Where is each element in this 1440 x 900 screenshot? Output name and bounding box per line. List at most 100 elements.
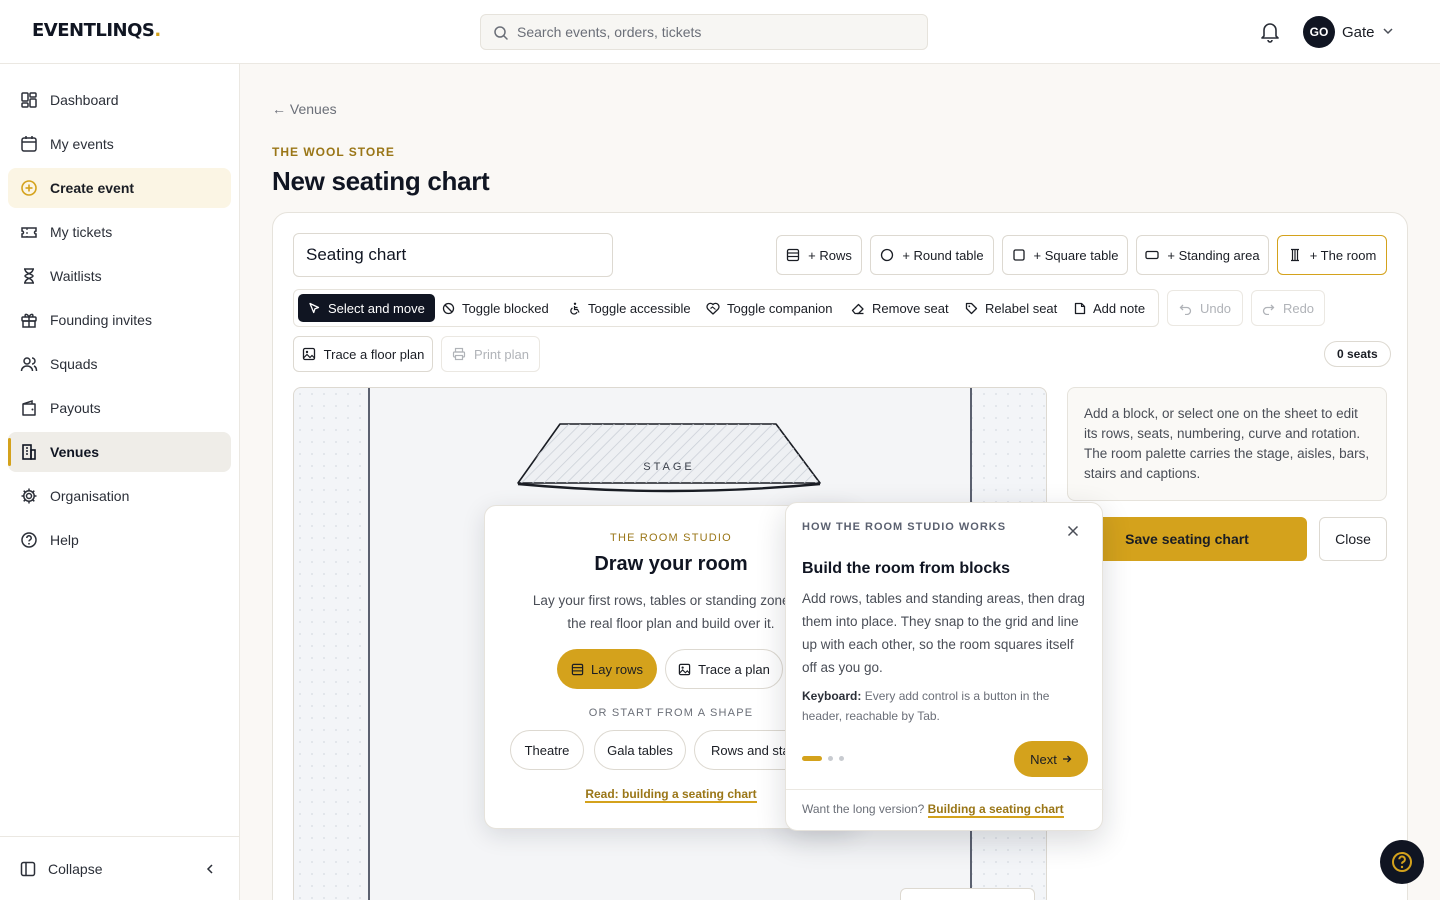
tool-label: Relabel seat (985, 300, 1058, 316)
keyboard-label: Keyboard: (802, 689, 862, 703)
add-the-room-button[interactable]: + The room (1277, 235, 1387, 275)
sidebar-item-dashboard[interactable]: Dashboard (8, 80, 231, 120)
sidebar-item-squads[interactable]: Squads (8, 344, 231, 384)
progress-dot (828, 756, 833, 761)
shape-gala-tables-button[interactable]: Gala tables (594, 730, 686, 770)
tour-eyebrow: HOW THE ROOM STUDIO WORKS (802, 521, 1007, 533)
tour-keyboard-hint: Keyboard: Every add control is a button … (802, 686, 1092, 726)
add-square-table-button[interactable]: + Square table (1002, 235, 1128, 275)
page-title: New seating chart (272, 166, 490, 196)
tool-label: Remove seat (872, 300, 949, 316)
app-logo[interactable]: EVENTLINQS. (32, 20, 161, 41)
sidebar-item-help[interactable]: Help (8, 520, 231, 560)
sidebar-item-create-event[interactable]: Create event (8, 168, 231, 208)
gift-icon (20, 311, 38, 329)
arrow-right-icon (1062, 755, 1072, 763)
sidebar-item-label: Help (50, 532, 79, 548)
avatar[interactable]: GO (1303, 16, 1335, 48)
square-icon (1012, 249, 1025, 261)
sidebar-item-label: Organisation (50, 488, 130, 504)
trace-a-plan-label: Trace a plan (698, 661, 770, 677)
seat-count-badge: 0 seats (1324, 341, 1391, 367)
tour-title: Build the room from blocks (802, 560, 1011, 577)
progress-dot (839, 756, 844, 761)
building-icon (20, 443, 38, 461)
print-plan-button[interactable]: Print plan (441, 336, 540, 372)
sidebar-item-waitlists[interactable]: Waitlists (8, 256, 231, 296)
sidebar-panel-icon (20, 861, 36, 877)
tour-footer: Want the long version? Building a seatin… (786, 789, 1104, 818)
undo-button[interactable]: Undo (1167, 290, 1243, 326)
heart-handshake-icon (706, 302, 720, 315)
chevron-down-icon[interactable] (1382, 27, 1394, 35)
footer-text: Want the long version? (802, 802, 925, 816)
circle-icon (881, 248, 894, 262)
stage-shape[interactable]: STAGE (514, 422, 826, 494)
tool-label: Toggle companion (727, 300, 833, 316)
shape-theatre-button[interactable]: Theatre (510, 730, 584, 770)
sidebar-item-venues[interactable]: Venues (8, 432, 231, 472)
tool-label: Add note (1093, 300, 1146, 316)
remove-seat-tool[interactable]: Remove seat (841, 294, 959, 322)
tour-next-button[interactable]: Next (1014, 741, 1088, 777)
image-icon (302, 347, 315, 361)
chart-name-input[interactable] (293, 233, 613, 277)
add-round-table-button[interactable]: + Round table (870, 235, 994, 275)
add-standing-area-button[interactable]: + Standing area (1136, 235, 1269, 275)
rows-icon (571, 663, 584, 675)
collapse-sidebar-button[interactable]: Collapse (0, 836, 239, 900)
inspector-hint: Add a block, or select one on the sheet … (1067, 387, 1387, 501)
progress-dot-active (802, 756, 822, 761)
add-rows-label: + Rows (808, 247, 852, 263)
trace-floor-plan-button[interactable]: Trace a floor plan (293, 336, 433, 372)
relabel-seat-tool[interactable]: Relabel seat (955, 294, 1067, 322)
edit-toolbar: Select and move Toggle blocked Toggle ac… (293, 289, 1159, 327)
tour-popover: HOW THE ROOM STUDIO WORKS Build the room… (785, 502, 1104, 831)
close-button[interactable]: Close (1319, 517, 1387, 561)
accessible-icon (570, 302, 580, 315)
help-circle-icon (1392, 852, 1412, 872)
sidebar-item-label: Founding invites (50, 312, 152, 328)
add-the-room-label: + The room (1309, 247, 1377, 263)
sidebar-item-label: Create event (50, 180, 135, 196)
toggle-blocked-tool[interactable]: Toggle blocked (432, 294, 559, 322)
back-to-venues-link[interactable]: ← Venues (272, 101, 337, 117)
sidebar-item-my-tickets[interactable]: My tickets (8, 212, 231, 252)
sidebar-item-organisation[interactable]: Organisation (8, 476, 231, 516)
add-note-tool[interactable]: Add note (1064, 294, 1155, 322)
tour-body: Add rows, tables and standing areas, the… (802, 591, 1085, 675)
trace-a-plan-button[interactable]: Trace a plan (665, 649, 783, 689)
sidebar-item-label: My tickets (50, 224, 113, 240)
search-input[interactable] (517, 15, 917, 49)
canvas-zoom-controls[interactable] (900, 888, 1035, 900)
sidebar-item-payouts[interactable]: Payouts (8, 388, 231, 428)
close-icon[interactable] (1067, 525, 1079, 537)
chevron-left-icon (205, 863, 215, 875)
lay-rows-button[interactable]: Lay rows (557, 649, 657, 689)
dashboard-icon (20, 91, 38, 109)
sidebar-item-label: My events (50, 136, 114, 152)
rectangle-icon (1145, 250, 1160, 260)
sidebar-item-my-events[interactable]: My events (8, 124, 231, 164)
select-and-move-tool[interactable]: Select and move (298, 294, 435, 322)
search-box[interactable] (480, 14, 928, 50)
next-label: Next (1030, 751, 1057, 767)
user-name[interactable]: Gate (1342, 24, 1375, 41)
building-seating-chart-link[interactable]: Building a seating chart (927, 802, 1064, 818)
add-rows-button[interactable]: + Rows (776, 235, 862, 275)
sidebar-item-label: Squads (50, 356, 98, 372)
toggle-accessible-tool[interactable]: Toggle accessible (558, 294, 701, 322)
hourglass-icon (20, 267, 38, 285)
venue-name: THE WOOL STORE (272, 145, 395, 159)
undo-icon (1179, 304, 1192, 315)
gear-icon (20, 487, 38, 505)
redo-button[interactable]: Redo (1251, 290, 1325, 326)
sidebar-item-label: Payouts (50, 400, 101, 416)
ban-icon (442, 302, 455, 314)
save-seating-chart-button[interactable]: Save seating chart (1067, 517, 1307, 561)
notifications-bell-icon[interactable] (1260, 21, 1280, 43)
sidebar-item-founding-invites[interactable]: Founding invites (8, 300, 231, 340)
help-button[interactable] (1380, 840, 1424, 884)
read-guide-link-text[interactable]: Read: building a seating chart (585, 787, 757, 803)
toggle-companion-tool[interactable]: Toggle companion (696, 294, 843, 322)
